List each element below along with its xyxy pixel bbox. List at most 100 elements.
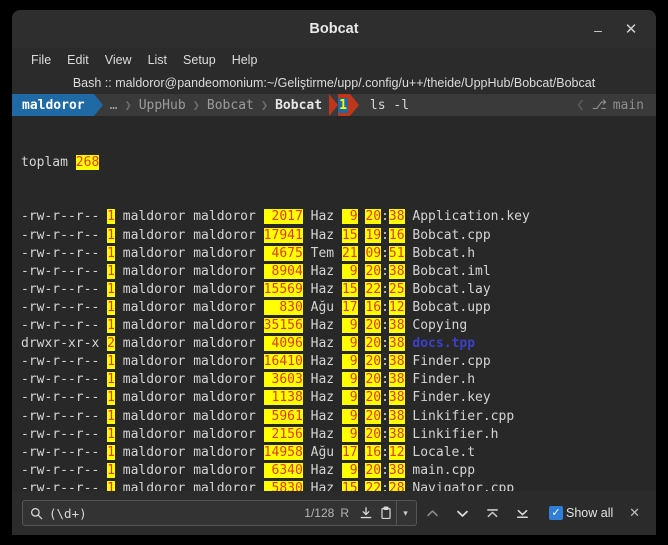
show-all-checkbox[interactable]: ✓: [549, 506, 563, 520]
terminal-output[interactable]: toplam 268 -rw-r--r-- 1 maldoror maldoro…: [12, 116, 656, 491]
last-match-icon[interactable]: [507, 500, 537, 526]
file-day: 9: [341, 390, 358, 406]
file-group: maldoror: [193, 299, 256, 315]
file-group: maldoror: [193, 444, 256, 460]
file-owner: maldoror: [122, 336, 186, 352]
prompt-user-arrow-icon: [93, 94, 103, 116]
table-row[interactable]: -rw-r--r-- 1 maldoror maldoror 16410 Haz…: [21, 353, 656, 371]
file-hour: 16: [365, 299, 382, 315]
close-search-button[interactable]: ✕: [629, 505, 646, 521]
file-month: Haz: [310, 227, 335, 243]
file-name[interactable]: Finder.cpp: [412, 354, 490, 369]
download-icon[interactable]: [356, 506, 376, 520]
breadcrumb-upphub[interactable]: UppHub: [132, 94, 193, 116]
table-row[interactable]: -rw-r--r-- 1 maldoror maldoror 5961 Haz …: [21, 408, 656, 426]
file-name[interactable]: Copying: [412, 318, 467, 333]
file-permissions: -rw-r--r--: [21, 281, 100, 297]
git-branch-name: main: [612, 97, 644, 113]
menu-item-edit[interactable]: Edit: [59, 48, 97, 72]
first-match-icon[interactable]: [477, 500, 507, 526]
file-name[interactable]: Finder.h: [412, 372, 475, 387]
menu-bar: File Edit View List Setup Help: [12, 48, 656, 72]
table-row[interactable]: -rw-r--r-- 1 maldoror maldoror 5830 Haz …: [21, 480, 656, 491]
file-name[interactable]: main.cpp: [412, 463, 475, 478]
file-name[interactable]: Bobcat.h: [412, 246, 475, 261]
search-field-container[interactable]: (\d+) 1/128 R ▾: [22, 500, 417, 526]
file-month: Ağu: [310, 299, 335, 315]
file-name[interactable]: Finder.key: [412, 390, 490, 405]
file-month: Haz: [310, 462, 335, 478]
file-month: Haz: [310, 354, 335, 370]
file-owner: maldoror: [122, 209, 186, 225]
file-month: Haz: [310, 263, 335, 279]
file-name[interactable]: Linkifier.h: [412, 427, 498, 442]
menu-item-help[interactable]: Help: [224, 48, 266, 72]
file-group: maldoror: [193, 372, 256, 388]
terminal-window: Bobcat – ✕ File Edit View List Setup Hel…: [12, 10, 656, 535]
file-permissions: -rw-r--r--: [21, 462, 100, 478]
time-colon: :: [381, 462, 389, 478]
table-row[interactable]: -rw-r--r-- 1 maldoror maldoror 15569 Haz…: [21, 281, 656, 299]
table-row[interactable]: -rw-r--r-- 1 maldoror maldoror 4675 Tem …: [21, 245, 656, 263]
search-options-dropdown[interactable]: ▾: [396, 501, 414, 525]
file-listing: -rw-r--r-- 1 maldoror maldoror 2017 Haz …: [21, 208, 656, 491]
table-row[interactable]: drwxr-xr-x 2 maldoror maldoror 4096 Haz …: [21, 335, 656, 353]
file-day: 9: [341, 372, 358, 388]
time-colon: :: [381, 480, 389, 491]
file-minute: 38: [388, 336, 405, 352]
file-month: Haz: [310, 336, 335, 352]
prev-match-button[interactable]: [417, 500, 447, 526]
table-row[interactable]: -rw-r--r-- 1 maldoror maldoror 14958 Ağu…: [21, 444, 656, 462]
minimize-button[interactable]: –: [587, 19, 609, 41]
file-name[interactable]: Bobcat.lay: [412, 282, 490, 297]
file-month: Haz: [310, 372, 335, 388]
file-hour: 20: [365, 372, 382, 388]
file-size: 16410: [263, 354, 303, 370]
chevron-right-icon: ❯: [124, 98, 132, 112]
table-row[interactable]: -rw-r--r-- 1 maldoror maldoror 17941 Haz…: [21, 227, 656, 245]
file-hour: 20: [365, 263, 382, 279]
file-name[interactable]: Navigator.cpp: [412, 481, 514, 491]
git-branch-icon: ⎇: [591, 97, 607, 113]
file-name[interactable]: Application.key: [412, 209, 529, 224]
table-row[interactable]: -rw-r--r-- 1 maldoror maldoror 830 Ağu 1…: [21, 299, 656, 317]
file-permissions: -rw-r--r--: [21, 372, 100, 388]
file-day: 9: [341, 263, 358, 279]
file-day: 9: [341, 318, 358, 334]
file-size: 2017: [263, 209, 303, 225]
file-name[interactable]: Linkifier.cpp: [412, 409, 514, 424]
show-all-toggle[interactable]: ✓ Show all: [549, 506, 613, 520]
menu-item-list[interactable]: List: [140, 48, 175, 72]
table-row[interactable]: -rw-r--r-- 1 maldoror maldoror 35156 Haz…: [21, 317, 656, 335]
table-row[interactable]: -rw-r--r-- 1 maldoror maldoror 6340 Haz …: [21, 462, 656, 480]
file-name[interactable]: Bobcat.iml: [412, 264, 490, 279]
breadcrumb-bobcat-current[interactable]: Bobcat: [268, 94, 329, 116]
file-name[interactable]: docs.tpp: [412, 336, 475, 351]
table-row[interactable]: -rw-r--r-- 1 maldoror maldoror 3603 Haz …: [21, 371, 656, 389]
prompt-user: maldoror: [12, 94, 94, 116]
menu-item-setup[interactable]: Setup: [175, 48, 224, 72]
table-row[interactable]: -rw-r--r-- 1 maldoror maldoror 8904 Haz …: [21, 263, 656, 281]
menu-item-view[interactable]: View: [97, 48, 140, 72]
file-link-count: 1: [107, 444, 115, 460]
file-name[interactable]: Bobcat.upp: [412, 300, 490, 315]
file-name[interactable]: Bobcat.cpp: [412, 228, 490, 243]
next-match-button[interactable]: [447, 500, 477, 526]
file-permissions: -rw-r--r--: [21, 354, 100, 370]
breadcrumb-ellipsis[interactable]: …: [103, 94, 125, 116]
file-size: 17941: [263, 227, 303, 243]
search-input[interactable]: (\d+): [43, 506, 304, 521]
file-name[interactable]: Locale.t: [412, 445, 475, 460]
file-minute: 38: [388, 209, 405, 225]
close-button[interactable]: ✕: [620, 19, 642, 41]
table-row[interactable]: -rw-r--r-- 1 maldoror maldoror 2017 Haz …: [21, 208, 656, 226]
file-minute: 12: [388, 299, 405, 315]
clipboard-icon[interactable]: [376, 506, 396, 520]
menu-item-file[interactable]: File: [23, 48, 59, 72]
file-link-count: 1: [107, 281, 115, 297]
table-row[interactable]: -rw-r--r-- 1 maldoror maldoror 1138 Haz …: [21, 389, 656, 407]
regex-mode-toggle[interactable]: R: [340, 506, 356, 520]
file-owner: maldoror: [122, 227, 186, 243]
breadcrumb-bobcat[interactable]: Bobcat: [200, 94, 261, 116]
table-row[interactable]: -rw-r--r-- 1 maldoror maldoror 2156 Haz …: [21, 426, 656, 444]
